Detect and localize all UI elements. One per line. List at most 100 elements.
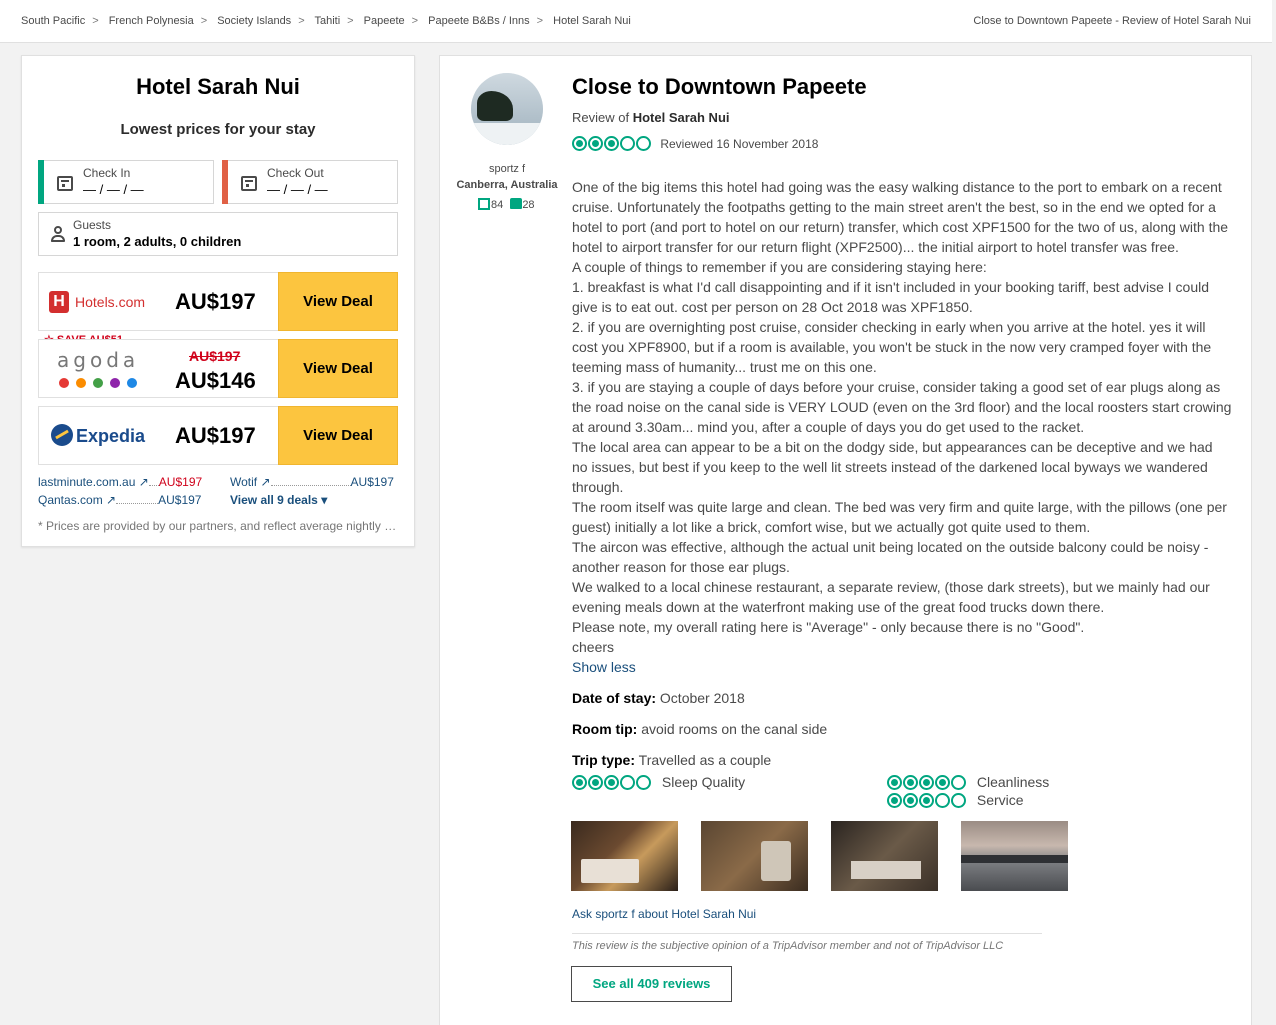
breadcrumb-separator: >	[200, 15, 208, 27]
view-all-deals-link[interactable]: View all 9 deals ▾	[230, 493, 327, 507]
breadcrumb-item-papeete-bnbs[interactable]: Papeete B&Bs / Inns	[428, 15, 530, 27]
breadcrumb: South Pacific > French Polynesia > Society…	[21, 15, 631, 27]
review-paragraph: The aircon was effective, although the a…	[572, 539, 1209, 575]
review-disclaimer: This review is the subjective opinion of…	[572, 940, 1004, 952]
breadcrumb-item-south-pacific[interactable]: South Pacific	[21, 15, 85, 27]
review-photo-view[interactable]	[961, 821, 1068, 891]
check-in-value: — / — / —	[83, 182, 144, 197]
reviewer-helpful-votes: 28	[522, 199, 535, 211]
review-body: One of the big items this hotel had goin…	[572, 177, 1232, 677]
external-link-icon: ↗	[260, 475, 271, 489]
date-of-stay: Date of stay: October 2018	[572, 690, 745, 706]
review-rating-row: Reviewed 16 November 2018	[572, 136, 819, 152]
check-in-accent	[38, 160, 44, 204]
other-deal-name: lastminute.com.au	[38, 475, 136, 489]
reviewer-review-count: 84	[491, 199, 504, 211]
guests-label: Guests	[73, 218, 112, 232]
external-link-icon: ↗	[138, 475, 149, 489]
other-deal-price: AU$197	[350, 475, 394, 489]
room-tip-label: Room tip:	[572, 721, 638, 737]
agoda-logo-text: agoda	[57, 348, 140, 372]
other-deal-wotif[interactable]: Wotif ↗ AU$197	[230, 475, 394, 489]
review-count-icon	[478, 198, 490, 210]
deal-old-price: AU$197	[189, 348, 241, 364]
deal-price: AU$146	[175, 368, 256, 393]
sub-rating-label: Sleep Quality	[661, 774, 746, 791]
review-paragraph: 2. if you are overnighting post cruise, …	[572, 319, 1212, 375]
sub-rating-label: Cleanliness	[976, 774, 1050, 791]
deal-price: AU$197	[175, 289, 256, 314]
breadcrumb-separator: >	[411, 15, 419, 27]
check-out-field[interactable]: Check Out — / — / —	[222, 160, 398, 204]
prices-footnote: * Prices are provided by our partners, a…	[38, 519, 400, 533]
deal-row-agoda[interactable]: agoda AU$197 AU$146 View Deal	[38, 339, 398, 398]
other-deal-price: AU$197	[158, 475, 203, 489]
show-less-link[interactable]: Show less	[572, 657, 1232, 677]
deal-price: AU$197	[175, 423, 256, 448]
person-icon	[51, 226, 65, 242]
guests-field[interactable]: Guests 1 room, 2 adults, 0 children	[38, 212, 398, 256]
review-panel: sportz f Canberra, Australia 84 28 Close…	[439, 55, 1252, 1025]
thumbs-up-icon	[510, 198, 523, 209]
reviewer-location: Canberra, Australia	[456, 179, 558, 191]
breadcrumb-item-society-islands[interactable]: Society Islands	[217, 15, 291, 27]
hotels-com-logo: H Hotels.com	[49, 291, 159, 315]
review-hotel-name: Hotel Sarah Nui	[632, 110, 730, 125]
view-all-deals-label: View all 9 deals	[230, 493, 318, 507]
reviewer-name[interactable]: sportz f	[440, 163, 574, 175]
view-deal-button[interactable]: View Deal	[278, 406, 398, 465]
review-paragraph: A couple of things to remember if you ar…	[572, 259, 987, 275]
booking-panel: Hotel Sarah Nui Lowest prices for your s…	[21, 55, 415, 547]
review-photo-bathroom[interactable]	[701, 821, 808, 891]
breadcrumb-separator: >	[92, 15, 99, 27]
trip-type: Trip type: Travelled as a couple	[572, 752, 771, 768]
see-all-reviews-button[interactable]: See all 409 reviews	[571, 966, 732, 1002]
hotel-name: Hotel Sarah Nui	[136, 74, 300, 99]
room-tip-value: avoid rooms on the canal side	[641, 721, 828, 737]
breadcrumb-item-french-polynesia[interactable]: French Polynesia	[109, 15, 194, 27]
hotels-com-logo-mark: H	[49, 291, 69, 313]
review-photo-room[interactable]	[831, 821, 938, 891]
view-deal-button[interactable]: View Deal	[278, 339, 398, 398]
review-paragraph: 3. if you are staying a couple of days b…	[572, 379, 1232, 435]
lowest-prices-heading: Lowest prices for your stay	[120, 121, 316, 138]
other-deal-lastminute[interactable]: lastminute.com.au ↗ AU$197	[38, 475, 202, 489]
reviewed-date: Reviewed 16 November 2018	[660, 136, 819, 151]
expedia-logo: Expedia	[51, 423, 161, 449]
rating-bubbles	[887, 791, 967, 808]
trip-type-value: Travelled as a couple	[638, 752, 772, 768]
trip-type-label: Trip type:	[572, 752, 636, 768]
breadcrumb-separator: >	[347, 15, 354, 27]
external-link-icon: ↗	[106, 493, 117, 507]
breadcrumb-item-hotel[interactable]: Hotel Sarah Nui	[553, 15, 631, 27]
deal-row-hotels-com[interactable]: H Hotels.com AU$197 View Deal	[38, 272, 398, 331]
date-of-stay-value: October 2018	[659, 690, 745, 706]
deal-row-expedia[interactable]: Expedia AU$197 View Deal	[38, 406, 398, 465]
reviewer-avatar[interactable]	[471, 73, 543, 145]
sub-rating-label: Service	[976, 792, 1024, 809]
sub-rating-service: Service	[887, 791, 1024, 808]
review-paragraph: We walked to a local chinese restaurant,…	[572, 579, 1210, 615]
breadcrumb-item-papeete[interactable]: Papeete	[364, 15, 405, 27]
date-of-stay-label: Date of stay:	[572, 690, 657, 706]
review-paragraph: The room itself was quite large and clea…	[572, 499, 1227, 535]
chevron-down-icon: ▾	[321, 493, 328, 507]
agoda-logo-dots	[59, 375, 144, 393]
calendar-icon	[241, 176, 257, 191]
check-out-accent	[222, 160, 228, 204]
review-photo-bedroom[interactable]	[571, 821, 678, 891]
reviewer-stats: 84 28	[478, 198, 535, 211]
other-deal-qantas[interactable]: Qantas.com ↗ AU$197	[38, 493, 201, 507]
check-in-field[interactable]: Check In — / — / —	[38, 160, 214, 204]
view-deal-button[interactable]: View Deal	[278, 272, 398, 331]
review-of: Review of Hotel Sarah Nui	[572, 110, 730, 125]
calendar-icon	[57, 176, 73, 191]
review-title[interactable]: Close to Downtown Papeete	[572, 74, 867, 100]
hotels-com-logo-text: Hotels.com	[75, 294, 146, 310]
breadcrumb-item-tahiti[interactable]: Tahiti	[314, 15, 340, 27]
guests-value: 1 room, 2 adults, 0 children	[73, 234, 242, 249]
ask-reviewer-link[interactable]: Ask sportz f about Hotel Sarah Nui	[572, 907, 756, 921]
breadcrumb-separator: >	[298, 15, 305, 27]
check-out-label: Check Out	[267, 166, 324, 180]
review-paragraph: Please note, my overall rating here is "…	[572, 619, 1085, 635]
